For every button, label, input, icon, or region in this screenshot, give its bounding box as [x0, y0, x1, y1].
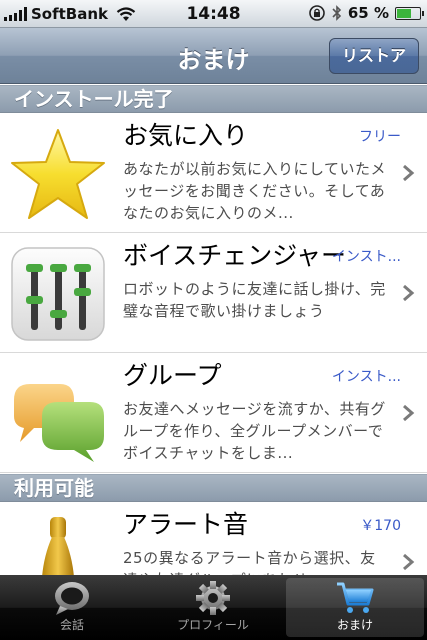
restore-button[interactable]: リストア: [328, 38, 419, 74]
item-price: ￥170: [360, 518, 401, 534]
list-item-voice-changer[interactable]: ボイスチェンジャー インスト... ロボットのように友達に話し掛け、完璧な音程で…: [0, 234, 427, 353]
bluetooth-icon: [332, 5, 341, 21]
tab-label: 会話: [59, 618, 84, 632]
chevron-right-icon: [403, 284, 415, 302]
item-description: お友達へメッセージを流すか、共有グループを作り、全グループメンバーでボイスチャッ…: [123, 400, 386, 462]
tab-label: おまけ: [336, 618, 373, 632]
battery-icon: [395, 6, 424, 20]
chevron-right-icon: [403, 164, 415, 182]
item-name: グループ: [123, 361, 222, 390]
item-description: あなたが以前お気に入りにしていたメッセージをお聞きください。そしてあなたのお気に…: [123, 160, 387, 222]
chat-bubbles-icon: [14, 384, 104, 462]
item-name: お気に入り: [123, 121, 249, 150]
chevron-right-icon: [403, 553, 415, 571]
battery-percent: 65 %: [347, 4, 389, 22]
list-item-favorites[interactable]: お気に入り フリー あなたが以前お気に入りにしていたメッセージをお聞きください。…: [0, 114, 427, 233]
tab-conversations[interactable]: 会話: [3, 578, 141, 637]
chevron-right-icon: [403, 404, 415, 422]
tab-profile[interactable]: プロフィール: [144, 578, 282, 637]
star-icon: [11, 129, 105, 219]
item-status: インスト...: [331, 369, 401, 385]
item-status: インスト...: [331, 249, 401, 265]
shopping-cart-icon: [337, 582, 374, 613]
speech-bubble-icon: [55, 582, 89, 615]
tab-extras[interactable]: おまけ: [286, 578, 424, 637]
rotation-lock-icon: [309, 5, 325, 21]
tab-label: プロフィール: [177, 618, 249, 632]
tab-bar: 会話 プロフィール おまけ: [0, 575, 427, 640]
equalizer-icon: [11, 247, 105, 341]
item-description: ロボットのように友達に話し掛け、完璧な音程で歌い掛けましょう: [123, 280, 386, 320]
list-item-group[interactable]: グループ インスト... お友達へメッセージを流すか、共有グループを作り、全グル…: [0, 354, 427, 473]
item-name: アラート音: [123, 510, 249, 539]
gear-icon: [196, 581, 230, 615]
section-header-installed: インストール完了: [0, 85, 427, 113]
navigation-bar: おまけ リストア: [0, 28, 427, 84]
section-header-available: 利用可能: [0, 474, 427, 502]
item-price: フリー: [359, 129, 401, 145]
item-name: ボイスチェンジャー: [123, 241, 347, 270]
status-bar: SoftBank 14:48 65 %: [0, 0, 427, 28]
